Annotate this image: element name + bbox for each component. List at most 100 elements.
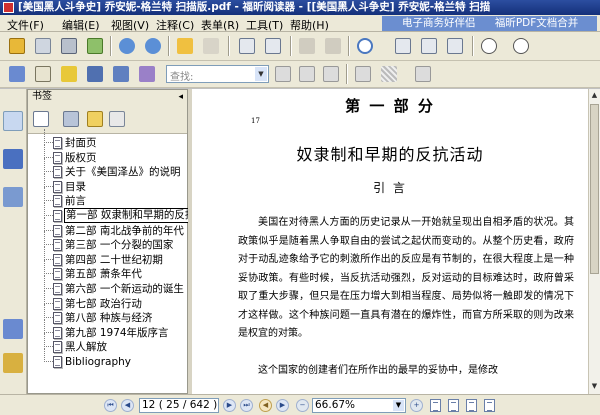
snapshot-button[interactable] bbox=[136, 64, 158, 84]
zoom-out-button[interactable] bbox=[478, 36, 500, 56]
search-options-button[interactable] bbox=[320, 64, 342, 84]
select-text-button[interactable] bbox=[32, 64, 54, 84]
promo-item-pdf-merge[interactable]: 福昕PDF文档合并 bbox=[495, 17, 578, 29]
back-view-icon[interactable]: ◀ bbox=[259, 399, 272, 412]
delete-bookmark-button[interactable] bbox=[60, 109, 82, 129]
plus-circle-icon bbox=[513, 38, 529, 54]
title-bar: [美国黑人斗争史] 乔安妮-格兰特 扫描版.pdf - 福昕阅读器 - [[美国… bbox=[0, 0, 600, 15]
new-bookmark-button[interactable] bbox=[84, 109, 106, 129]
bookmarks-panel-title: 书签 bbox=[32, 91, 52, 102]
zoom-level-select[interactable]: 66.67% ▼ bbox=[312, 398, 406, 413]
page-layout-button[interactable] bbox=[236, 36, 258, 56]
attachments-tab-icon[interactable] bbox=[3, 353, 23, 373]
bookmark-page-icon bbox=[53, 210, 62, 222]
find-next-button[interactable] bbox=[296, 64, 318, 84]
find-button[interactable] bbox=[84, 64, 106, 84]
new-bookmark-icon bbox=[87, 111, 103, 127]
back-button[interactable] bbox=[174, 36, 196, 56]
scroll-thumb[interactable] bbox=[590, 104, 599, 274]
hand-tool-button[interactable] bbox=[6, 64, 28, 84]
bookmark-properties-icon bbox=[109, 111, 125, 127]
continuous-view-icon[interactable] bbox=[448, 399, 459, 412]
menu-help[interactable]: 帮助(H) bbox=[290, 17, 329, 33]
bookmark-label: 第四部 二十世纪初期 bbox=[65, 253, 163, 266]
bookmark-page-icon bbox=[53, 180, 62, 193]
menu-file[interactable]: 文件(F) bbox=[7, 17, 44, 33]
redo-button[interactable] bbox=[322, 36, 344, 56]
bookmarks-tab-icon[interactable] bbox=[3, 111, 23, 131]
toolbar-separator bbox=[290, 36, 292, 56]
main-toolbar bbox=[0, 32, 600, 61]
layers-tab-icon[interactable] bbox=[3, 187, 23, 207]
arrow-right-icon bbox=[203, 38, 219, 54]
expand-bookmark-button[interactable] bbox=[30, 109, 52, 129]
next-page-icon[interactable]: ▶ bbox=[223, 399, 236, 412]
fit-width-button[interactable] bbox=[418, 36, 440, 56]
note-button[interactable] bbox=[352, 64, 374, 84]
bookmark-label: 封面页 bbox=[65, 137, 97, 149]
print-button[interactable] bbox=[58, 36, 80, 56]
single-page-view-icon[interactable] bbox=[430, 399, 441, 412]
bookmark-properties-button[interactable] bbox=[106, 109, 128, 129]
find-previous-button[interactable] bbox=[272, 64, 294, 84]
scroll-up-icon[interactable]: ▲ bbox=[589, 90, 600, 101]
previous-page-icon[interactable]: ◀ bbox=[121, 399, 134, 412]
last-page-icon[interactable]: ⏭ bbox=[240, 399, 253, 412]
scroll-down-icon[interactable]: ▼ bbox=[589, 381, 600, 392]
tree-connector bbox=[44, 260, 53, 275]
highlight-button[interactable] bbox=[378, 64, 400, 84]
zoom-dropdown-icon[interactable]: ▼ bbox=[393, 400, 404, 411]
bookmark-page-icon bbox=[53, 326, 62, 339]
next-page-button[interactable] bbox=[142, 36, 164, 56]
body-paragraph: 美国在对待黑人方面的历史记录从一开始就呈现出自相矛盾的状况。其政策似乎是随着黑人… bbox=[238, 217, 574, 339]
bookmark-page-icon bbox=[53, 356, 62, 368]
bookmark-page-icon bbox=[53, 341, 62, 354]
bookmark-page-icon bbox=[53, 312, 62, 325]
email-button[interactable] bbox=[84, 36, 106, 56]
previous-page-button[interactable] bbox=[116, 36, 138, 56]
arrow-left-icon bbox=[177, 38, 193, 54]
search-placeholder: 查找: bbox=[170, 72, 194, 83]
menu-comment[interactable]: 注释(C) bbox=[156, 17, 194, 33]
comments-tab-icon[interactable] bbox=[3, 319, 23, 339]
vertical-scrollbar[interactable]: ▲ ▼ bbox=[588, 89, 600, 394]
navigation-pane-strip bbox=[0, 89, 27, 394]
menu-edit[interactable]: 编辑(E) bbox=[62, 17, 100, 33]
promo-item-ecommerce[interactable]: 电子商务好伴侣 bbox=[402, 17, 476, 29]
zoom-in-status-icon[interactable]: + bbox=[410, 399, 423, 412]
promo-banner[interactable]: 电子商务好伴侣 福昕PDF文档合并 bbox=[382, 16, 597, 31]
tree-connector bbox=[44, 231, 53, 246]
highlight-icon bbox=[381, 66, 397, 82]
open-folder-button[interactable] bbox=[6, 36, 28, 56]
collapse-panel-icon[interactable]: ◂ bbox=[178, 90, 183, 104]
search-dropdown-icon[interactable]: ▼ bbox=[255, 67, 267, 81]
menu-tools[interactable]: 工具(T) bbox=[246, 17, 283, 33]
annotation-arrow-button[interactable] bbox=[58, 64, 80, 84]
bookmark-item[interactable]: Bibliography bbox=[28, 348, 187, 369]
zoom-tool-button[interactable] bbox=[354, 36, 376, 56]
save-button[interactable] bbox=[32, 36, 54, 56]
zoom-out-status-icon[interactable]: − bbox=[296, 399, 309, 412]
zoom-in-button[interactable] bbox=[510, 36, 532, 56]
facing-view-icon[interactable] bbox=[466, 399, 477, 412]
properties-button[interactable] bbox=[412, 64, 434, 84]
first-page-icon[interactable]: ⏮ bbox=[104, 399, 117, 412]
page-number-input[interactable]: 12 ( 25 / 642 ) bbox=[139, 398, 219, 413]
continuous-facing-view-icon[interactable] bbox=[484, 399, 495, 412]
bookmark-page-icon bbox=[53, 151, 62, 164]
forward-view-icon[interactable]: ▶ bbox=[276, 399, 289, 412]
rotate-button[interactable] bbox=[444, 36, 466, 56]
menu-form[interactable]: 表单(R) bbox=[201, 17, 239, 33]
toolbar-separator bbox=[346, 64, 348, 84]
bookmark-tree: 封面页 版权页 关于《美国泽丛》的说明 目录 前言 第一部 奴隶制和早期的反抗活动 第二部 … bbox=[28, 129, 219, 393]
extract-pages-button[interactable] bbox=[262, 36, 284, 56]
undo-button[interactable] bbox=[296, 36, 318, 56]
page-thumbnails-tab-icon[interactable] bbox=[3, 149, 23, 169]
forward-button[interactable] bbox=[200, 36, 222, 56]
search-input[interactable]: 查找: ▼ bbox=[166, 65, 269, 83]
fit-page-button[interactable] bbox=[392, 36, 414, 56]
page-marker: 17 bbox=[251, 117, 260, 125]
menu-view[interactable]: 视图(V) bbox=[111, 17, 149, 33]
typewriter-button[interactable] bbox=[110, 64, 132, 84]
toolbar-separator bbox=[348, 36, 350, 56]
